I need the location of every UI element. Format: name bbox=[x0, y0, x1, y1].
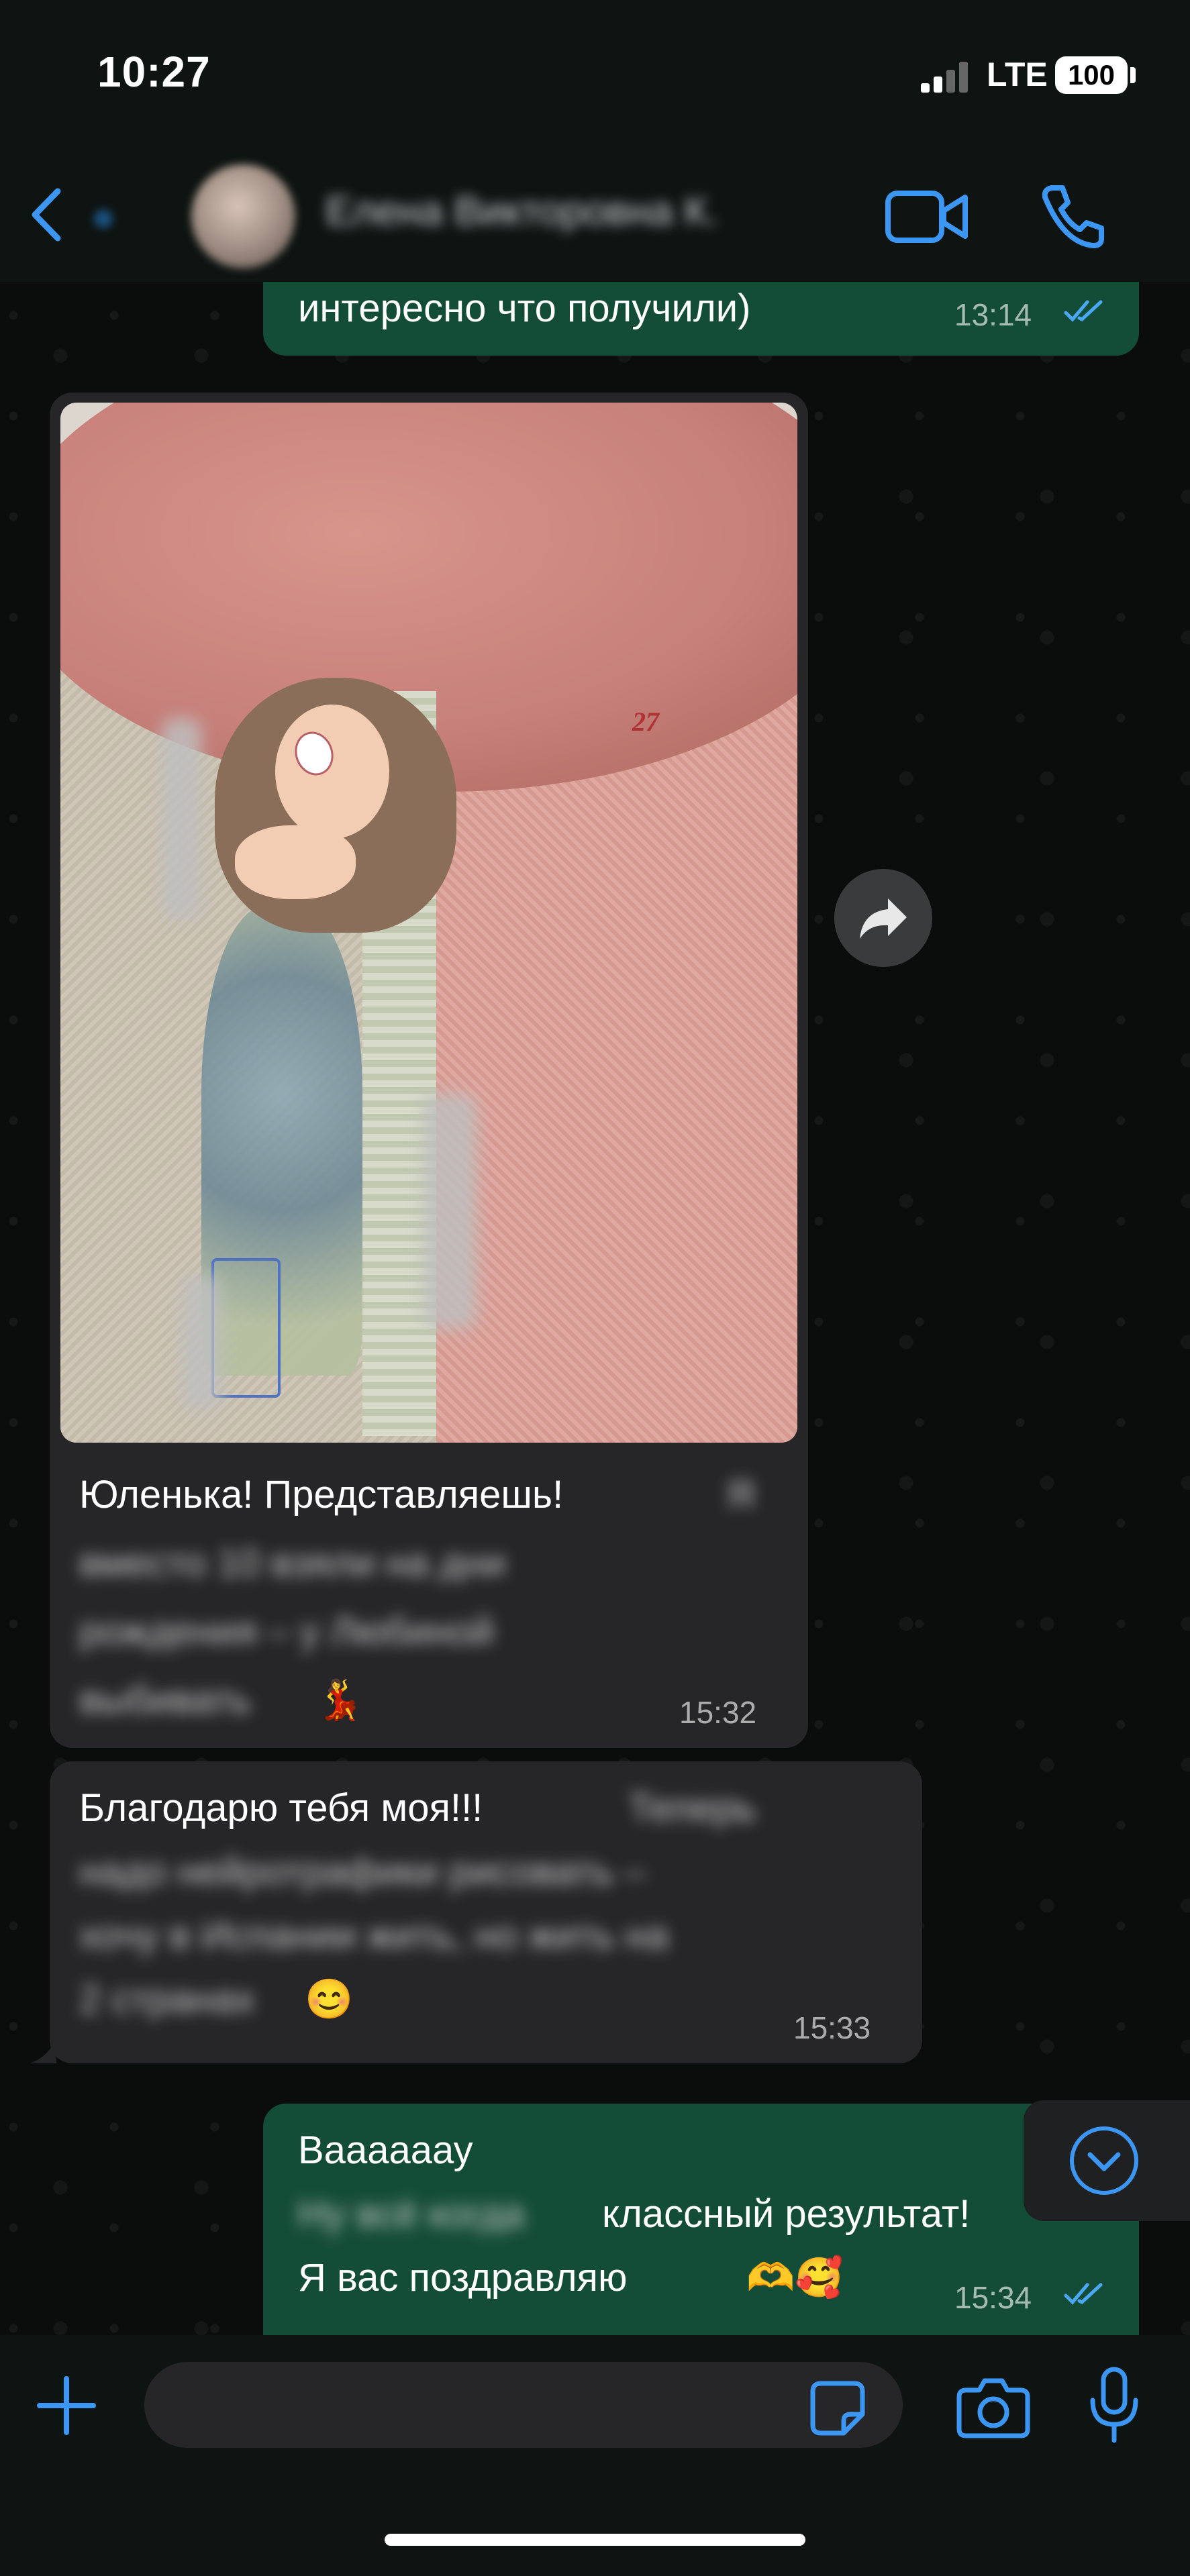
scroll-down-button[interactable] bbox=[1024, 2100, 1190, 2221]
message-text-blurred: 2 странах bbox=[79, 1977, 255, 2021]
read-ticks-icon bbox=[1064, 300, 1103, 322]
caption-blurred: Я bbox=[726, 1473, 754, 1516]
camera-icon[interactable] bbox=[956, 2375, 1030, 2440]
message-text: Ваааааау bbox=[298, 2128, 473, 2172]
home-indicator bbox=[385, 2534, 805, 2546]
message-bubble-incoming[interactable]: Благодарю тебя моя!!! Теперь надо нейрот… bbox=[50, 1761, 922, 2063]
message-emoji: 😊 bbox=[305, 1977, 354, 2021]
passport-page-number: 27 bbox=[632, 707, 659, 737]
message-bubble-outgoing[interactable]: Ваааааау Ну всё когда классный результат… bbox=[263, 2104, 1139, 2335]
signal-icon bbox=[921, 62, 968, 93]
caption-blurred: вместо 10 взяли на дни bbox=[79, 1541, 506, 1585]
battery-icon: 100 bbox=[1055, 56, 1128, 94]
message-text-blurred: Ну всё когда bbox=[298, 2192, 525, 2236]
message-text-blurred: надо нейротрафики рисовать – bbox=[79, 1850, 646, 1894]
message-time: 15:33 bbox=[793, 2010, 871, 2045]
message-text-blurred: Теперь bbox=[628, 1786, 756, 1830]
message-time: 15:34 bbox=[954, 2280, 1032, 2315]
audio-call-icon[interactable] bbox=[1037, 181, 1107, 252]
attach-plus-icon[interactable] bbox=[36, 2375, 97, 2436]
consulate-stamp bbox=[211, 1258, 281, 1398]
message-text-blurred: хочу в Испании жить, но жить на bbox=[79, 1914, 668, 1957]
avatar[interactable] bbox=[191, 164, 295, 268]
message-emoji: 🫶🥰 bbox=[746, 2256, 844, 2300]
chat-header: Елена Викторовна К. bbox=[0, 148, 1190, 282]
message-input[interactable] bbox=[144, 2362, 903, 2448]
caption-blurred: рождения – у Любиной bbox=[79, 1610, 495, 1653]
unread-badge bbox=[94, 209, 113, 228]
message-text: интересно что получили) bbox=[298, 287, 751, 330]
microphone-icon[interactable] bbox=[1087, 2365, 1141, 2446]
scroll-down-icon bbox=[1070, 2126, 1138, 2195]
contact-name[interactable]: Елена Викторовна К. bbox=[326, 188, 719, 234]
caption-emoji: 💃 bbox=[315, 1678, 364, 1722]
battery-tip bbox=[1130, 67, 1136, 83]
network-type: LTE bbox=[987, 56, 1048, 93]
message-text: Я вас поздравляю bbox=[298, 2256, 628, 2300]
caption-visible: Юленька! Представляешь! bbox=[79, 1473, 564, 1516]
sticker-icon[interactable] bbox=[809, 2379, 866, 2437]
redaction bbox=[181, 1275, 221, 1409]
caption-blurred: выбивать bbox=[79, 1678, 252, 1722]
bubble-tail bbox=[30, 2037, 56, 2063]
status-time: 10:27 bbox=[97, 48, 211, 96]
status-bar: 10:27 LTE 100 bbox=[0, 0, 1190, 148]
message-text: классный результат! bbox=[602, 2192, 971, 2236]
passport-visa-photo[interactable]: 27 bbox=[60, 403, 797, 1443]
memoji-sticker bbox=[215, 664, 456, 933]
message-bubble-outgoing[interactable]: интересно что получили) 13:14 bbox=[263, 282, 1139, 356]
read-ticks-icon bbox=[1064, 2283, 1103, 2305]
back-icon[interactable] bbox=[23, 185, 77, 245]
redaction bbox=[423, 1094, 477, 1329]
redaction bbox=[161, 718, 201, 919]
message-time: 15:32 bbox=[679, 1695, 757, 1730]
message-text: Благодарю тебя моя!!! bbox=[79, 1786, 483, 1830]
message-time: 13:14 bbox=[954, 297, 1032, 332]
video-call-icon[interactable] bbox=[885, 188, 969, 246]
forward-icon[interactable] bbox=[834, 869, 932, 967]
